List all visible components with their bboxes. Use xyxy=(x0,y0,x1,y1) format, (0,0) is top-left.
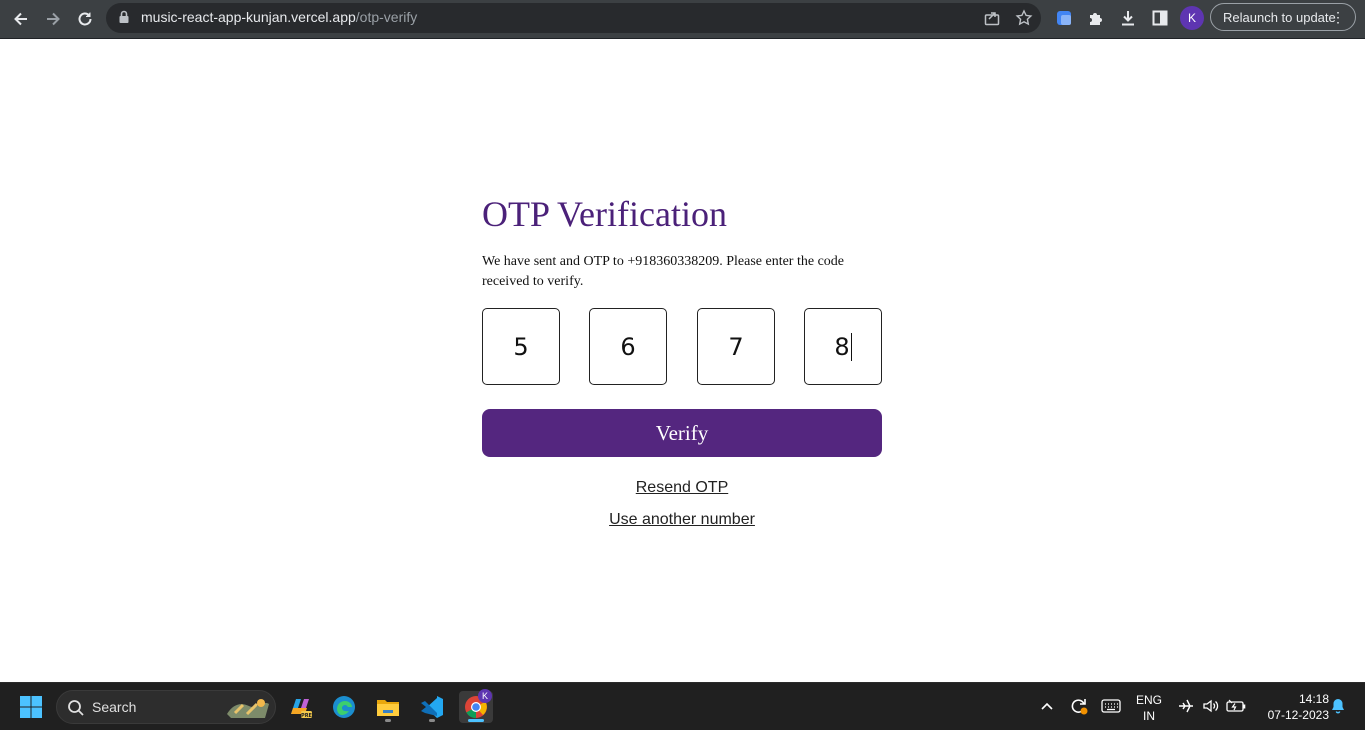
profile-avatar[interactable]: K xyxy=(1180,6,1204,30)
taskbar-vscode[interactable] xyxy=(415,691,449,723)
back-button[interactable] xyxy=(7,5,35,33)
running-indicator xyxy=(429,719,435,722)
reload-button[interactable] xyxy=(71,5,99,33)
relaunch-label: Relaunch to update xyxy=(1223,9,1336,25)
otp-input-1[interactable]: 5 xyxy=(482,308,560,385)
volume-icon[interactable] xyxy=(1201,697,1219,715)
copilot-icon: PRE xyxy=(291,699,313,719)
side-panel-icon xyxy=(1152,10,1168,26)
reload-icon xyxy=(78,12,92,26)
browser-toolbar: music-react-app-kunjan.vercel.app/otp-ve… xyxy=(0,0,1365,38)
url-path: /otp-verify xyxy=(355,9,418,25)
airplane-icon[interactable] xyxy=(1177,697,1195,715)
clock-date: 07-12-2023 xyxy=(1267,708,1329,722)
active-indicator xyxy=(468,719,484,722)
lock-icon xyxy=(119,10,129,23)
download-icon xyxy=(1122,11,1134,26)
page-title: OTP Verification xyxy=(482,194,727,234)
language-indicator[interactable]: ENG IN xyxy=(1134,693,1164,723)
forward-arrow-icon xyxy=(47,12,60,26)
file-explorer-icon xyxy=(377,700,399,716)
url-host: music-react-app-kunjan.vercel.app xyxy=(141,9,356,25)
clock-time: 14:18 xyxy=(1298,692,1329,706)
battery-icon[interactable] xyxy=(1226,699,1246,713)
start-button[interactable] xyxy=(14,691,48,723)
otp-input-2[interactable]: 6 xyxy=(589,308,667,385)
toolbar-divider xyxy=(0,38,1365,39)
taskbar-copilot[interactable]: PRE xyxy=(283,691,317,723)
forward-button[interactable] xyxy=(39,5,67,33)
use-another-number-link[interactable]: Use another number xyxy=(482,511,882,529)
chrome-profile-badge: K xyxy=(478,689,492,703)
windows-start-icon xyxy=(20,696,42,718)
resend-otp-link[interactable]: Resend OTP xyxy=(482,479,882,497)
back-arrow-icon xyxy=(14,12,27,26)
extension-icon xyxy=(1057,11,1071,25)
downloads-button[interactable] xyxy=(1116,6,1140,30)
otp-digit-4: 8 xyxy=(834,332,850,361)
url-text[interactable]: music-react-app-kunjan.vercel.app/otp-ve… xyxy=(141,9,417,26)
side-panel-button[interactable] xyxy=(1148,6,1172,30)
search-icon xyxy=(68,700,84,716)
use-another-number-label: Use another number xyxy=(609,511,755,528)
more-vert-icon: ⋮ xyxy=(1331,9,1345,25)
verify-button[interactable]: Verify xyxy=(482,409,882,457)
share-icon xyxy=(984,12,1000,26)
edge-icon xyxy=(333,696,355,718)
extension-button[interactable] xyxy=(1052,6,1076,30)
relaunch-button[interactable]: Relaunch to update ⋮ xyxy=(1210,3,1356,31)
taskbar-edge[interactable] xyxy=(327,691,361,723)
vscode-icon xyxy=(421,696,443,718)
language-code: ENG xyxy=(1135,693,1162,707)
bookmark-button[interactable] xyxy=(1012,6,1036,30)
text-caret xyxy=(850,332,852,361)
otp-input-4[interactable]: 8 xyxy=(804,308,882,385)
taskbar-search[interactable] xyxy=(56,690,276,724)
puzzle-icon xyxy=(1090,13,1102,25)
sync-icon[interactable] xyxy=(1069,696,1089,716)
clock[interactable]: 14:18 07-12-2023 xyxy=(1252,692,1329,722)
otp-description: We have sent and OTP to +918360338209. P… xyxy=(482,254,844,289)
share-button[interactable] xyxy=(980,6,1004,30)
region-code: IN xyxy=(1143,709,1155,723)
keyboard-icon[interactable] xyxy=(1101,699,1121,713)
notification-bell-icon[interactable] xyxy=(1330,697,1346,715)
extensions-menu-button[interactable] xyxy=(1084,6,1108,30)
otp-digit-3: 7 xyxy=(728,332,744,361)
search-highlight-icon xyxy=(227,699,269,718)
chevron-up-icon[interactable] xyxy=(1040,700,1054,712)
svg-text:PRE: PRE xyxy=(301,713,313,719)
running-indicator xyxy=(385,719,391,722)
otp-input-3[interactable]: 7 xyxy=(697,308,775,385)
otp-digit-1: 5 xyxy=(513,332,529,361)
resend-otp-label: Resend OTP xyxy=(635,479,729,496)
otp-digit-2: 6 xyxy=(620,332,636,361)
search-placeholder: Search xyxy=(92,699,137,715)
taskbar-file-explorer[interactable] xyxy=(371,691,405,723)
star-icon xyxy=(1015,9,1033,26)
